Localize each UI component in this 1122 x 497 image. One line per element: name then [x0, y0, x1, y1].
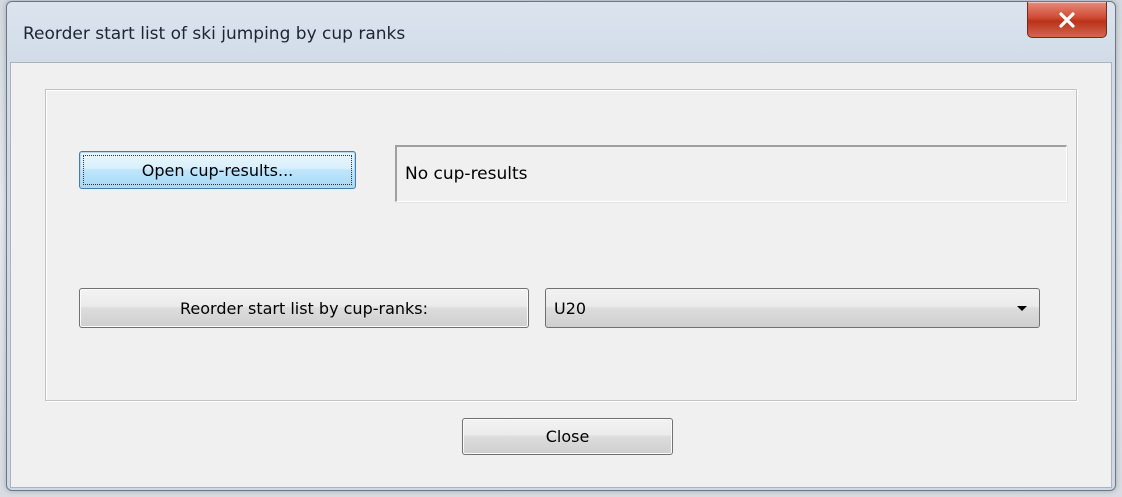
window-title: Reorder start list of ski jumping by cup…: [23, 24, 406, 44]
title-bar: Reorder start list of ski jumping by cup…: [7, 2, 1115, 58]
close-button[interactable]: Close: [462, 418, 673, 455]
dialog-window: Reorder start list of ski jumping by cup…: [6, 1, 1116, 491]
cup-results-status-text: No cup-results: [405, 164, 528, 184]
cup-category-select[interactable]: U20: [545, 288, 1040, 328]
options-group: Open cup-results... No cup-results Reord…: [45, 89, 1077, 401]
close-icon: [1059, 11, 1075, 28]
cup-category-selected-value: U20: [554, 298, 587, 318]
reorder-start-list-label: Reorder start list by cup-ranks:: [179, 298, 429, 318]
reorder-start-list-button[interactable]: Reorder start list by cup-ranks:: [79, 288, 529, 328]
open-cup-results-label: Open cup-results...: [141, 160, 294, 180]
chevron-down-icon: [1017, 306, 1027, 311]
cup-results-status: No cup-results: [395, 145, 1067, 202]
open-cup-results-button[interactable]: Open cup-results...: [79, 151, 356, 189]
window-close-button[interactable]: [1027, 2, 1107, 38]
close-button-label: Close: [545, 427, 590, 446]
dialog-client-area: Open cup-results... No cup-results Reord…: [10, 62, 1112, 488]
